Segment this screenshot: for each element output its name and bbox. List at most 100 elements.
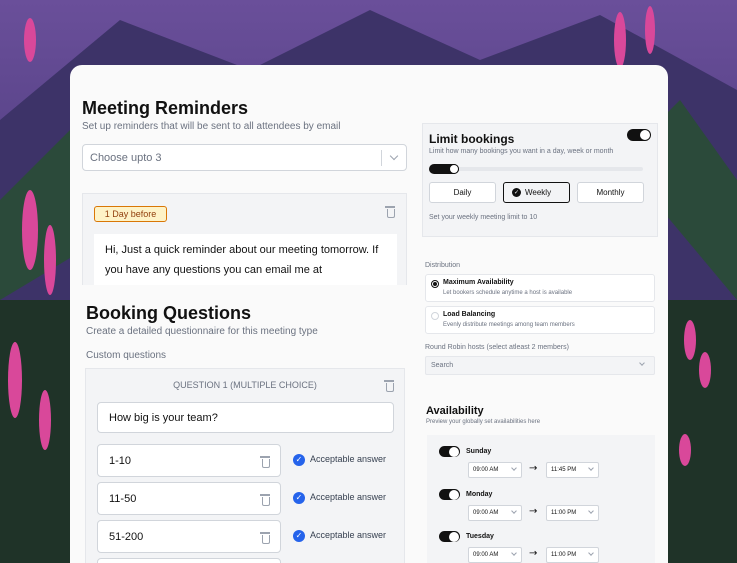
day-toggle[interactable] — [439, 489, 460, 500]
distribution-option-desc: Let bookers schedule anytime a host is a… — [443, 290, 573, 296]
distribution-option-desc: Evenly distribute meetings among team me… — [443, 322, 575, 328]
answer-row: 1-10 ✓ Acceptable answer — [97, 444, 397, 478]
check-circle-icon: ✓ — [512, 188, 521, 197]
slider-handle[interactable] — [449, 164, 459, 174]
availability-panel: Sunday 09:00 AM → 11:45 PM Monday 09:00 … — [427, 435, 655, 563]
answer-value: 11-50 — [109, 493, 137, 505]
time-from-value: 09:00 AM — [473, 552, 499, 558]
answer-row: 11-50 ✓ Acceptable answer — [97, 482, 397, 516]
time-to-select[interactable]: 11:00 PM — [546, 547, 599, 563]
time-to-value: 11:45 PM — [551, 467, 577, 473]
trash-icon[interactable] — [260, 532, 270, 544]
chevron-down-icon — [588, 550, 594, 556]
answer-value: 51-200 — [109, 531, 144, 543]
answer-input[interactable]: 1-10 — [97, 444, 281, 477]
answer-input[interactable]: 11-50 — [97, 482, 281, 515]
answer-value: 1-10 — [109, 455, 132, 467]
question-card: QUESTION 1 (MULTIPLE CHOICE) How big is … — [85, 368, 405, 563]
check-icon[interactable]: ✓ — [293, 530, 305, 542]
tab-weekly[interactable]: ✓ Weekly — [503, 182, 570, 203]
availability-title: Availability — [426, 405, 484, 417]
limit-toggle[interactable] — [627, 129, 651, 141]
reminder-card: 1 Day before Hi, Just a quick reminder a… — [82, 193, 407, 290]
time-to-value: 11:00 PM — [551, 552, 577, 558]
reminder-badge-label: 1 Day before — [104, 209, 157, 219]
acceptable-answer-label: Acceptable answer — [310, 492, 387, 502]
availability-row-tuesday: Tuesday 09:00 AM → 11:00 PM — [427, 528, 655, 563]
limit-slider[interactable] — [429, 164, 643, 174]
trash-icon[interactable] — [384, 380, 394, 392]
time-to-select[interactable]: 11:00 PM — [546, 505, 599, 521]
chevron-down-icon — [511, 550, 517, 556]
select-divider — [381, 150, 382, 166]
trash-icon[interactable] — [385, 206, 395, 218]
time-from-value: 09:00 AM — [473, 467, 499, 473]
arrow-icon: → — [529, 506, 538, 517]
distribution-label: Distribution — [425, 262, 461, 269]
trash-icon[interactable] — [260, 456, 270, 468]
chevron-down-icon — [511, 508, 517, 514]
time-to-select[interactable]: 11:45 PM — [546, 462, 599, 478]
reminder-message-line-1: Hi, Just a quick reminder about our meet… — [105, 244, 379, 256]
radio-unselected-icon — [431, 312, 439, 320]
time-from-select[interactable]: 09:00 AM — [468, 505, 522, 521]
acceptable-answer-label: Acceptable answer — [310, 530, 387, 540]
day-toggle[interactable] — [439, 446, 460, 457]
reminder-badge[interactable]: 1 Day before — [94, 206, 167, 222]
tab-daily-label: Daily — [453, 188, 472, 197]
tab-monthly-label: Monthly — [596, 188, 625, 197]
distribution-option-title: Load Balancing — [443, 311, 496, 318]
availability-row-monday: Monday 09:00 AM → 11:00 PM — [427, 486, 655, 526]
time-to-value: 11:00 PM — [551, 510, 577, 516]
booking-title: Booking Questions — [86, 303, 252, 323]
chevron-down-icon — [588, 508, 594, 514]
reminder-message-line-2: you have any questions you can email me … — [105, 264, 323, 276]
distribution-option-title: Maximum Availability — [443, 279, 514, 286]
trash-icon[interactable] — [260, 494, 270, 506]
check-icon[interactable]: ✓ — [293, 492, 305, 504]
limit-subtitle: Limit how many bookings you want in a da… — [429, 148, 614, 155]
hosts-search-placeholder: Search — [431, 362, 454, 369]
answer-input[interactable]: 51-200 — [97, 520, 281, 553]
chevron-down-icon — [389, 151, 399, 161]
day-toggle[interactable] — [439, 531, 460, 542]
availability-row-sunday: Sunday 09:00 AM → 11:45 PM — [427, 443, 655, 483]
arrow-icon: → — [529, 548, 538, 559]
chevron-down-icon — [511, 465, 517, 471]
acceptable-answer-label: Acceptable answer — [310, 454, 387, 464]
chevron-down-icon — [639, 360, 645, 366]
question-text: How big is your team? — [109, 412, 218, 424]
reminder-select[interactable]: Choose upto 3 — [82, 144, 407, 171]
day-label: Tuesday — [466, 533, 494, 540]
limit-title: Limit bookings — [429, 132, 515, 146]
booking-section: Booking Questions Create a detailed ques… — [70, 285, 415, 563]
chevron-down-icon — [588, 465, 594, 471]
tab-monthly[interactable]: Monthly — [577, 182, 644, 203]
day-label: Monday — [466, 491, 493, 498]
arrow-icon: → — [529, 463, 538, 474]
time-from-select[interactable]: 09:00 AM — [468, 462, 522, 478]
custom-questions-label: Custom questions — [86, 350, 167, 361]
radio-dot — [433, 282, 437, 286]
tab-weekly-label: Weekly — [525, 188, 552, 197]
question-header: QUESTION 1 (MULTIPLE CHOICE) — [173, 380, 317, 390]
distribution-option-load[interactable]: Load Balancing Evenly distribute meeting… — [425, 306, 655, 334]
limit-note: Set your weekly meeting limit to 10 — [429, 214, 538, 221]
reminders-subtitle: Set up reminders that will be sent to al… — [82, 121, 341, 132]
distribution-option-max[interactable]: Maximum Availability Let bookers schedul… — [425, 274, 655, 302]
reminder-select-placeholder: Choose upto 3 — [90, 152, 162, 164]
answer-input[interactable] — [97, 558, 281, 563]
availability-subtitle: Preview your globally set availabilities… — [426, 419, 541, 425]
reminders-title: Meeting Reminders — [82, 98, 249, 118]
day-label: Sunday — [466, 448, 492, 455]
time-from-value: 09:00 AM — [473, 510, 499, 516]
time-from-select[interactable]: 09:00 AM — [468, 547, 522, 563]
question-input[interactable]: How big is your team? — [97, 402, 394, 433]
reminder-message[interactable]: Hi, Just a quick reminder about our meet… — [94, 234, 397, 290]
main-card: Meeting Reminders Set up reminders that … — [70, 65, 668, 563]
limit-bookings-panel: Limit bookings Limit how many bookings y… — [422, 123, 658, 237]
hosts-search-input[interactable]: Search — [425, 356, 655, 375]
check-icon[interactable]: ✓ — [293, 454, 305, 466]
booking-subtitle: Create a detailed questionnaire for this… — [86, 326, 318, 337]
tab-daily[interactable]: Daily — [429, 182, 496, 203]
